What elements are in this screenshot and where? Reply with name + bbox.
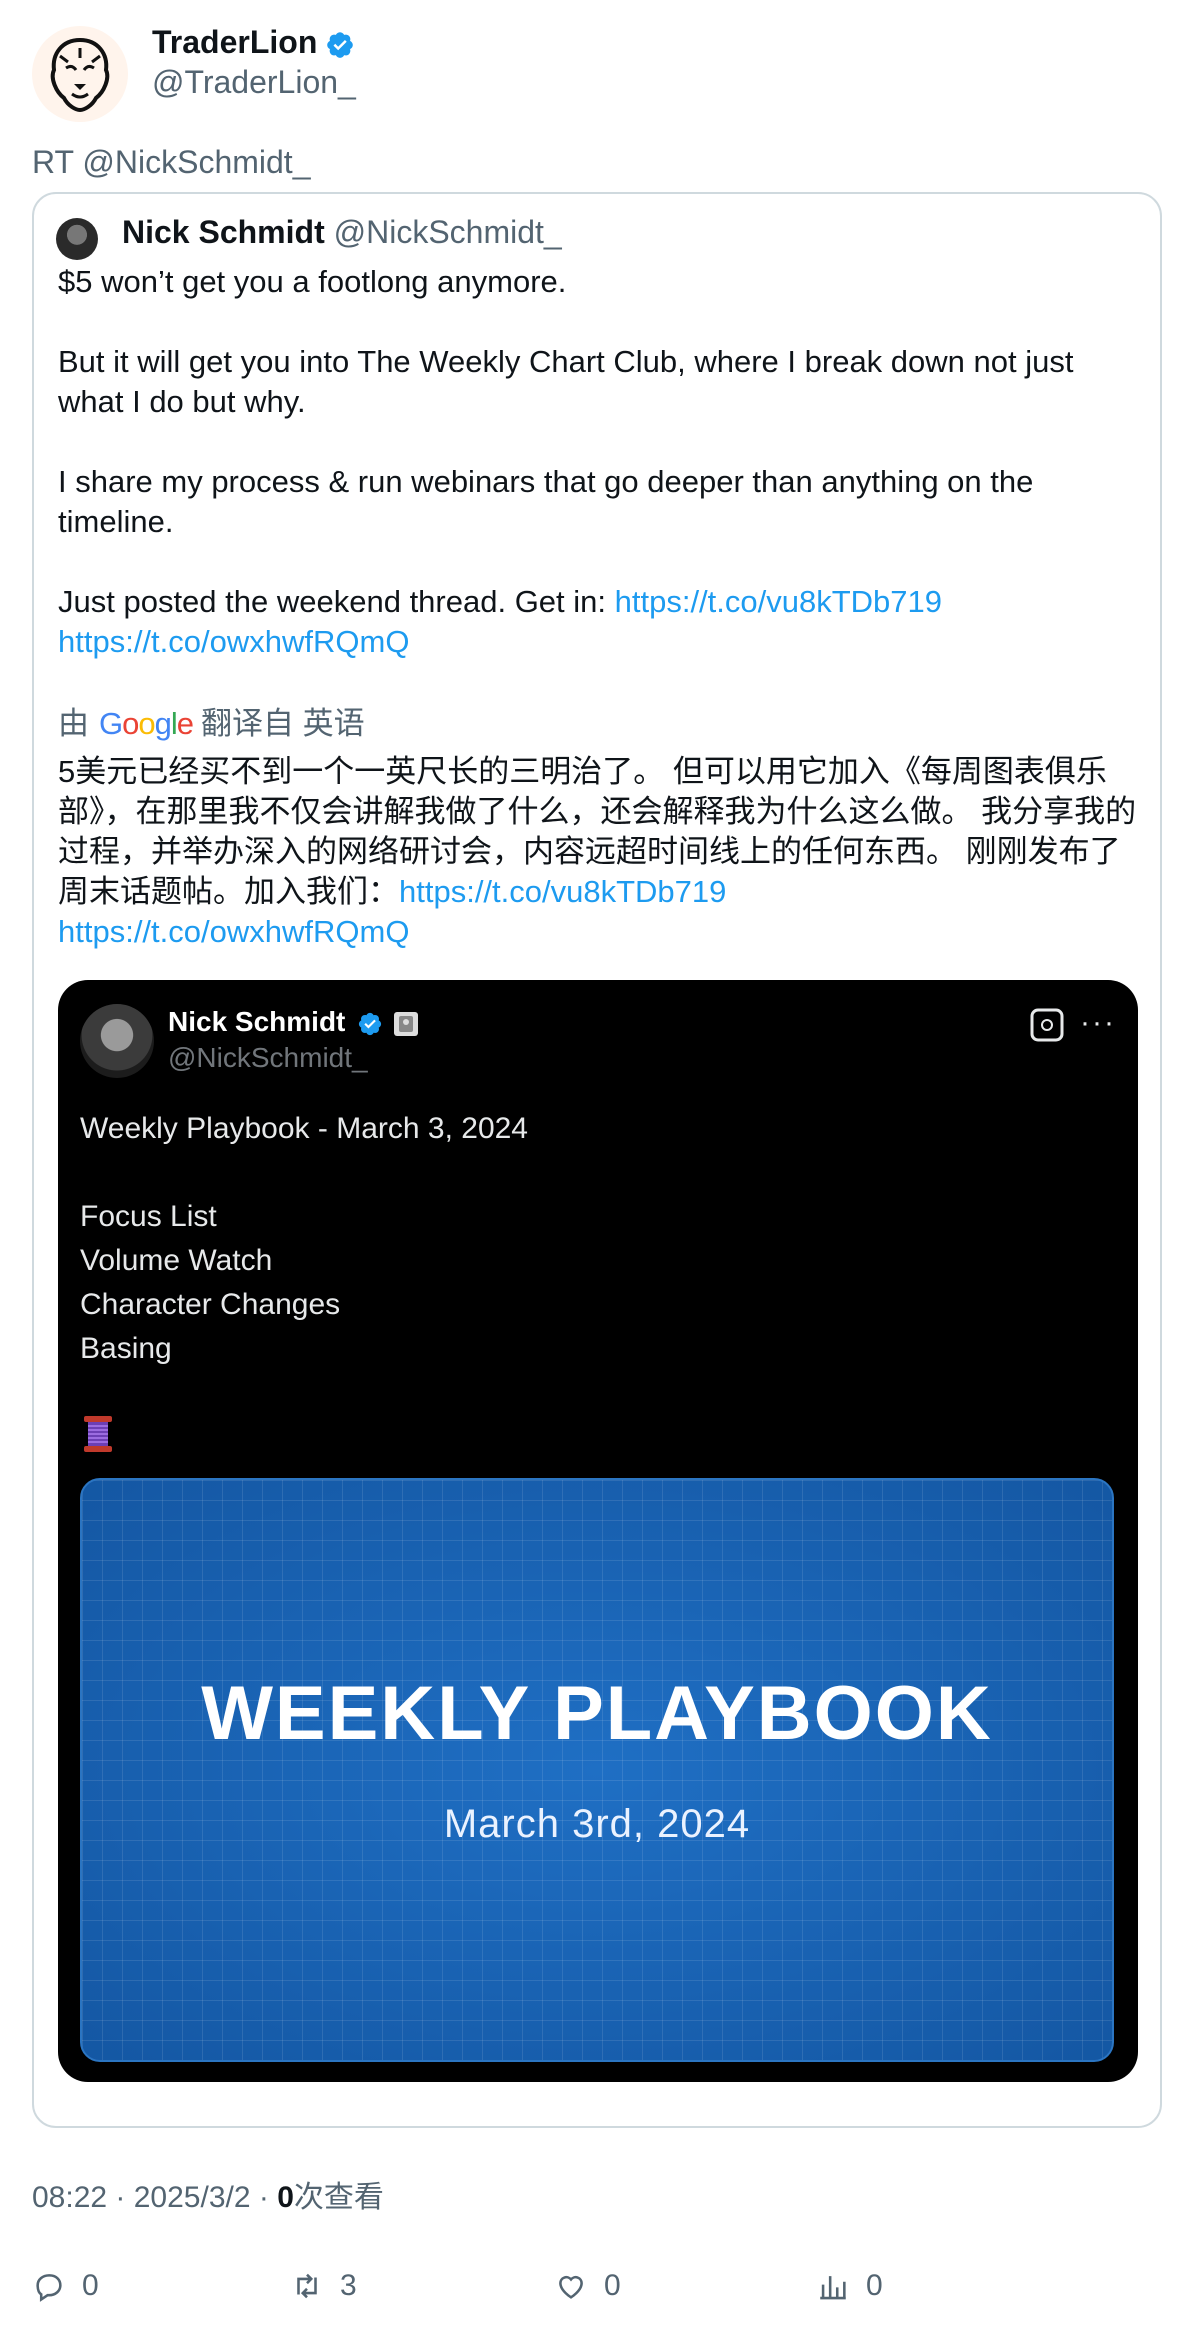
retweet-icon <box>297 2273 317 2299</box>
media-author-name: Nick Schmidt <box>168 1006 346 1037</box>
tweet-time[interactable]: 08:22 <box>32 2181 107 2214</box>
like-icon <box>559 2275 583 2299</box>
translation-suffix: 翻译自 英语 <box>201 706 365 741</box>
translation-attribution[interactable]: 由 Google 翻译自 英语 <box>58 704 365 744</box>
link-2[interactable]: https://t.co/owxhwfRQmQ <box>58 624 409 659</box>
verified-badge-icon <box>327 31 354 58</box>
analytics-icon <box>820 2276 846 2300</box>
quote-paragraph-1: $5 won’t get you a footlong anymore. <box>58 264 567 299</box>
translation-prefix: 由 <box>58 706 89 741</box>
quoted-author-name[interactable]: Nick Schmidt <box>122 214 325 250</box>
author-handle[interactable]: @TraderLion_ <box>152 62 356 102</box>
tweet-date[interactable]: 2025/3/2 <box>134 2181 251 2214</box>
card-title: WEEKLY PLAYBOOK <box>201 1671 993 1756</box>
media-item-2: Volume Watch <box>80 1244 273 1277</box>
grok-icon <box>1030 1008 1064 1042</box>
weekly-playbook-image <box>80 1478 1114 2062</box>
like-button[interactable]: 0 <box>554 2266 621 2306</box>
author-avatar[interactable] <box>32 26 128 122</box>
retweet-button[interactable]: 3 <box>290 2266 357 2306</box>
media-author-row: Nick Schmidt <box>168 1004 419 1040</box>
media-verified-badge-icon <box>359 1012 382 1035</box>
media-item-1: Focus List <box>80 1200 217 1233</box>
quote-paragraph-2: But it will get you into The Weekly Char… <box>58 344 1074 419</box>
translated-link-2[interactable]: https://t.co/owxhwfRQmQ <box>58 914 409 949</box>
translated-link-1[interactable]: https://t.co/vu8kTDb719 <box>399 874 726 909</box>
retweet-text: RT @NickSchmidt_ <box>32 144 311 180</box>
reply-icon <box>36 2274 62 2302</box>
quoted-author-handle[interactable]: @NickSchmidt_ <box>334 214 562 250</box>
quote-paragraph-4: Just posted the weekend thread. Get in: … <box>58 582 1138 662</box>
more-icon: ··· <box>1080 1006 1116 1039</box>
media-item-3: Character Changes <box>80 1288 341 1321</box>
google-logo: Google <box>99 706 194 741</box>
thread-spool-icon <box>84 1416 112 1452</box>
lion-logo-icon <box>34 28 126 120</box>
quoted-author-avatar[interactable] <box>56 218 98 260</box>
translated-text: 5美元已经买不到一个一英尺长的三明治了。 但可以用它加入《每周图表俱乐部》，在那… <box>58 752 1138 952</box>
tweet-metadata: 08:22 · 2025/3/2 · 0次查看 <box>32 2181 384 2214</box>
analytics-count: 0 <box>866 2269 883 2302</box>
like-count: 0 <box>604 2269 621 2302</box>
quote-paragraph-3: I share my process & run webinars that g… <box>58 464 1034 539</box>
media-author-handle: @NickSchmidt_ <box>168 1042 368 1073</box>
reply-count: 0 <box>82 2269 99 2302</box>
media-author-avatar <box>80 1004 154 1078</box>
affiliate-badge-icon <box>393 1011 418 1036</box>
reply-button[interactable]: 0 <box>32 2266 99 2306</box>
card-date: March 3rd, 2024 <box>443 1802 751 1846</box>
author-name[interactable]: TraderLion <box>152 24 317 60</box>
author-name-row[interactable]: TraderLion <box>152 22 355 62</box>
media-item-4: Basing <box>80 1332 172 1365</box>
retweet-count: 3 <box>340 2269 357 2302</box>
views-label: 次查看 <box>293 2181 384 2214</box>
link-1[interactable]: https://t.co/vu8kTDb719 <box>615 584 942 619</box>
media-title: Weekly Playbook - March 3, 2024 <box>80 1112 528 1145</box>
analytics-button[interactable]: 0 <box>816 2266 883 2306</box>
views-count: 0 <box>277 2181 294 2214</box>
quote-paragraph-4-text: Just posted the weekend thread. Get in: <box>58 584 615 619</box>
quoted-author-row[interactable]: Nick Schmidt @NickSchmidt_ <box>122 212 562 252</box>
